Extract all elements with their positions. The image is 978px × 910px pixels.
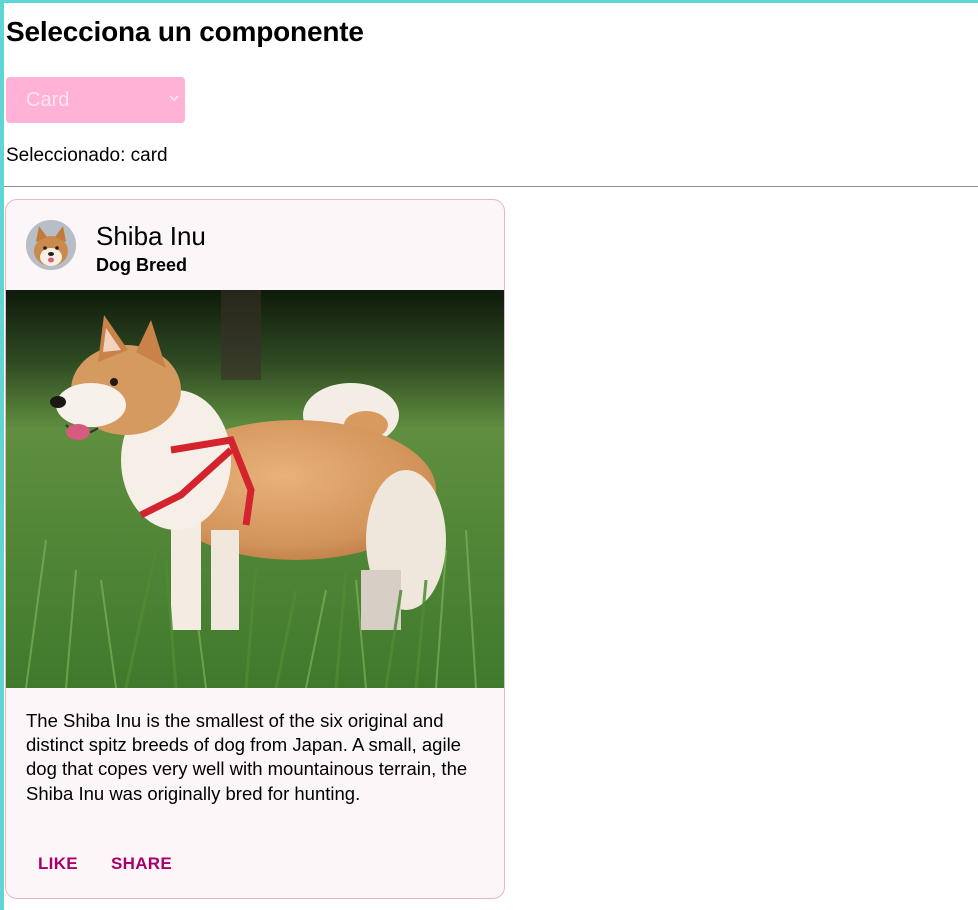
frame-left-edge xyxy=(0,0,4,910)
card-media-image xyxy=(6,290,504,688)
frame-top-edge xyxy=(0,0,978,3)
card: Shiba Inu Dog Breed The Shiba Inu is the… xyxy=(5,199,505,899)
card-header: Shiba Inu Dog Breed xyxy=(6,200,504,291)
page-title: Selecciona un componente xyxy=(6,16,364,47)
like-button[interactable]: LIKE xyxy=(38,854,78,874)
selected-status: Seleccionado: card xyxy=(6,145,168,166)
avatar xyxy=(26,220,76,270)
component-select-value: Card xyxy=(26,89,70,111)
card-subtitle: Dog Breed xyxy=(96,255,188,275)
divider xyxy=(4,186,978,187)
chevron-down-icon xyxy=(169,95,179,102)
card-description: The Shiba Inu is the smallest of the six… xyxy=(26,710,468,804)
card-title: Shiba Inu xyxy=(96,221,206,251)
shiba-avatar-image xyxy=(26,220,76,270)
component-select[interactable]: Card xyxy=(6,77,185,123)
share-button[interactable]: SHARE xyxy=(111,854,172,874)
